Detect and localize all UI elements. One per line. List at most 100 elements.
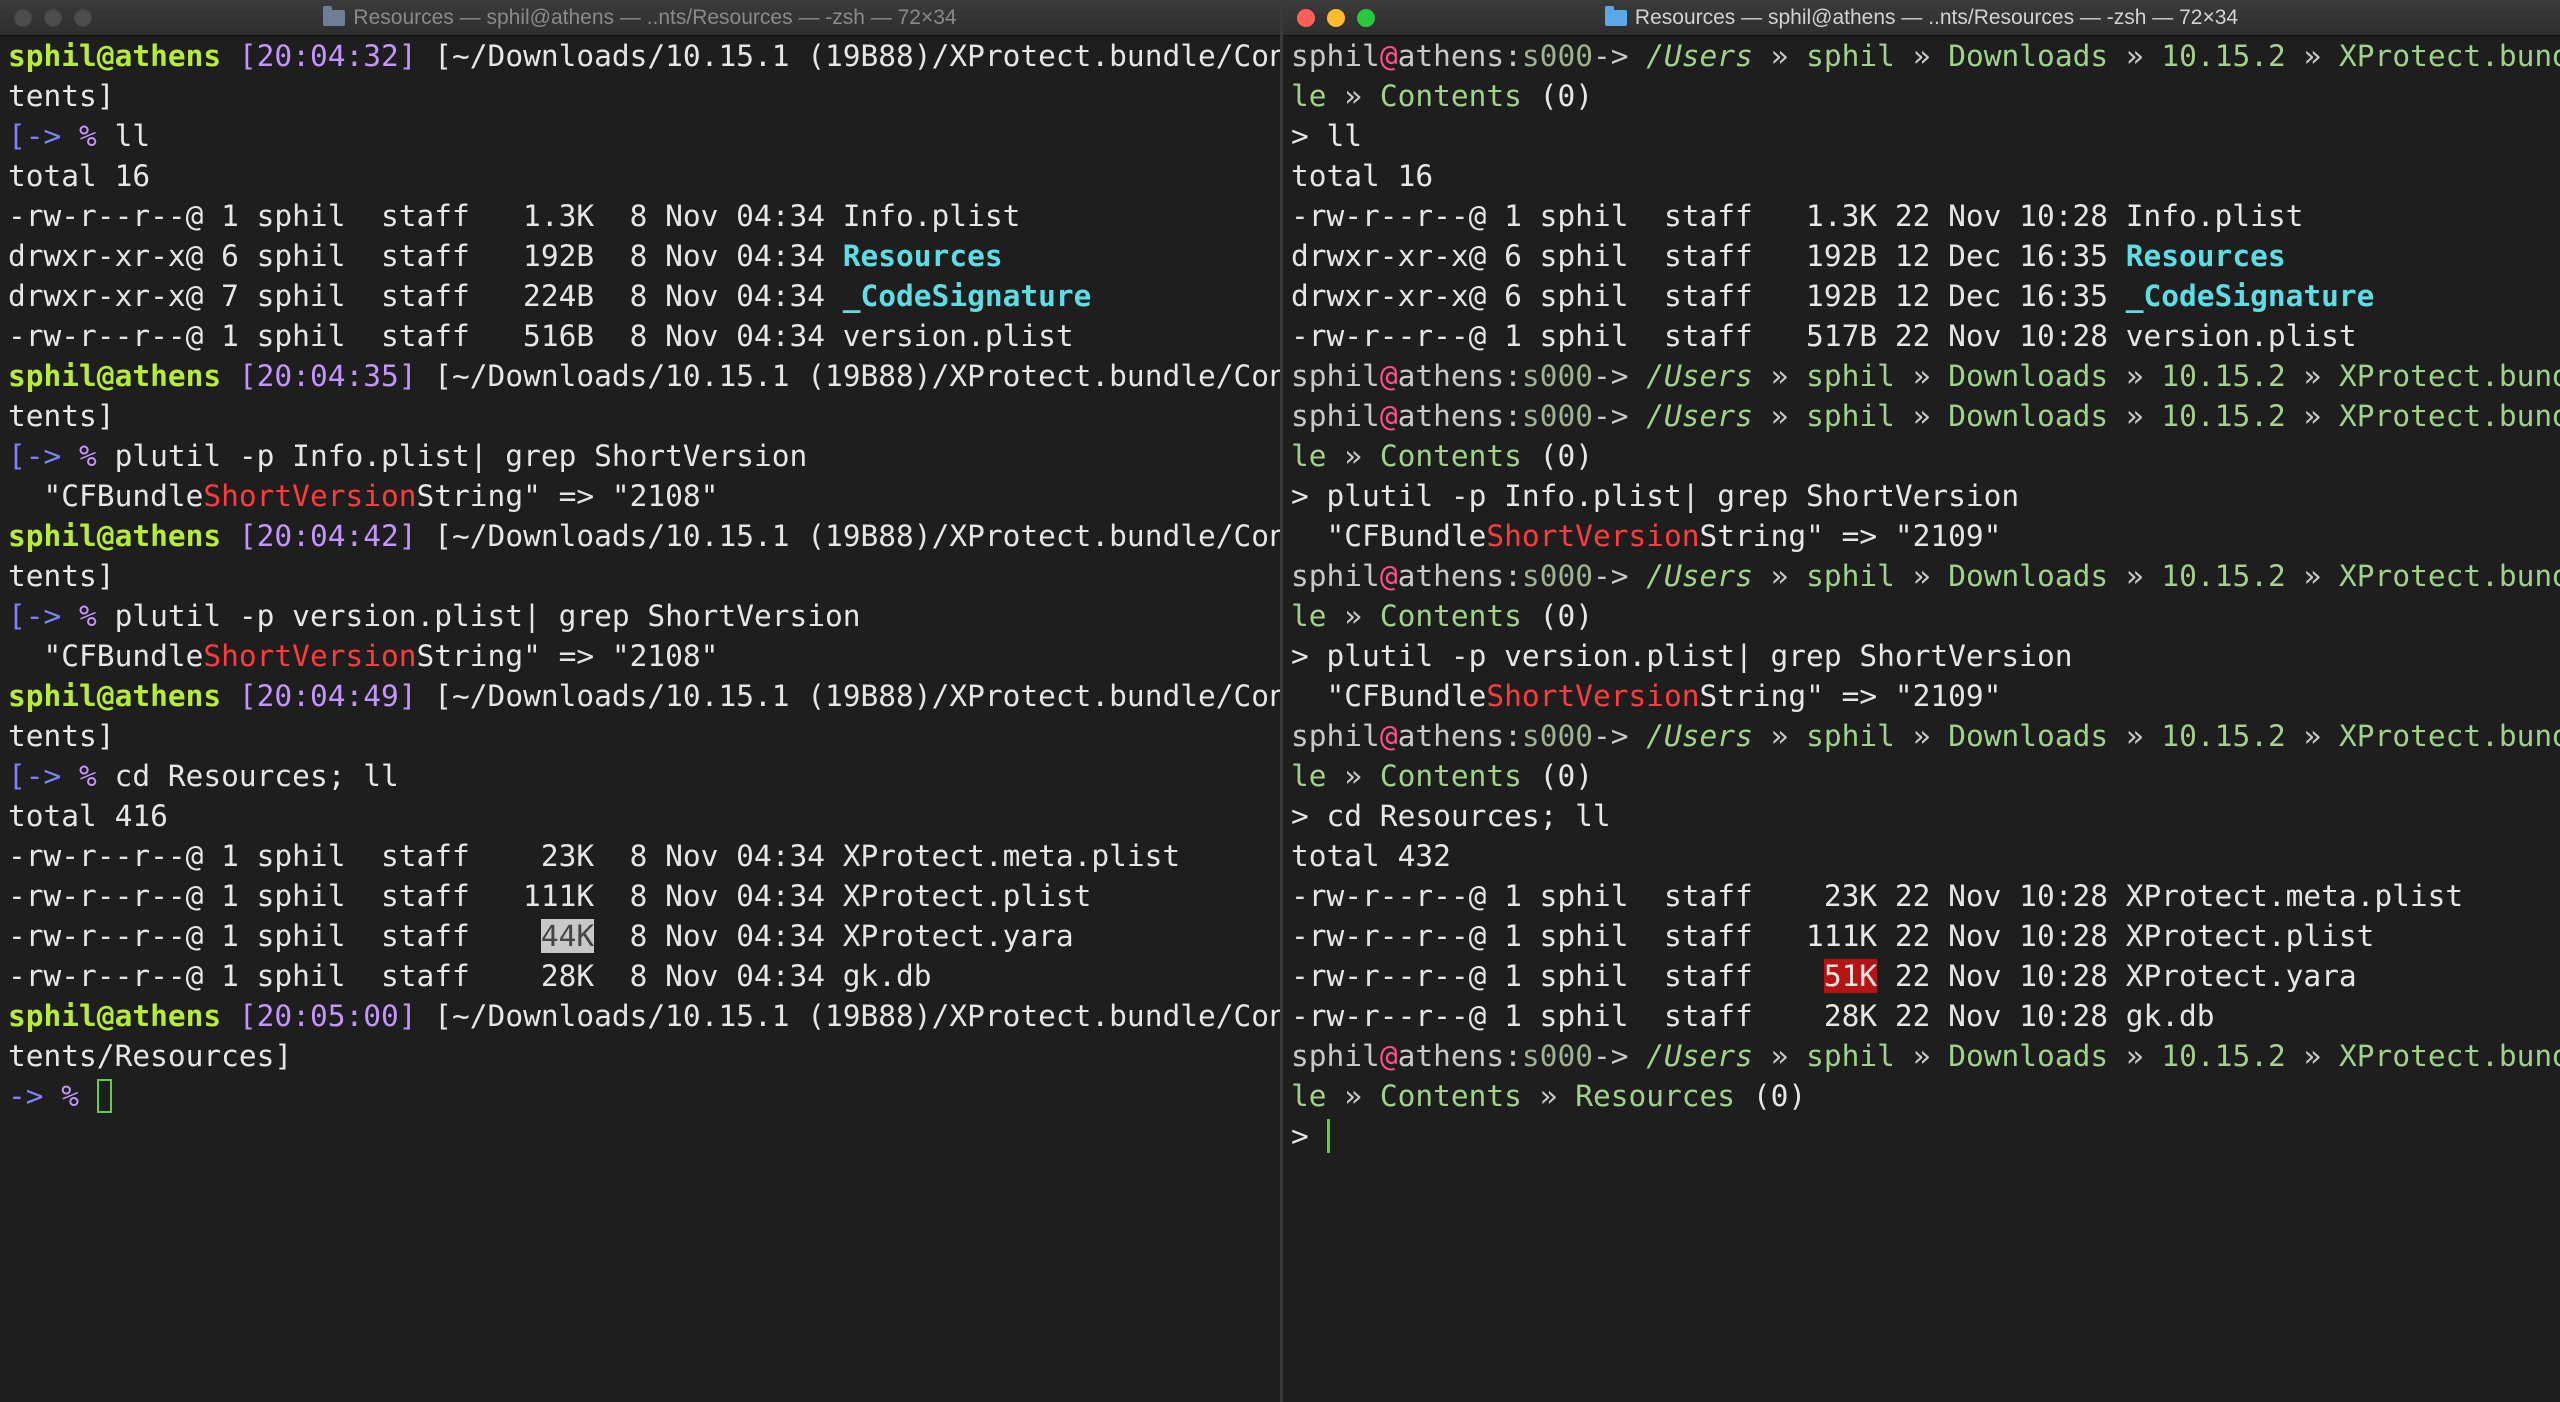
terminal-line: tents] (8, 76, 1280, 116)
terminal-text: : (1504, 719, 1522, 753)
terminal-text: plutil -p version.plist| grep ShortVersi… (114, 599, 861, 633)
terminal-text: /Users (1646, 399, 1753, 433)
terminal-text: total 16 (8, 159, 151, 193)
terminal-text: 10.15.2 (2161, 39, 2286, 73)
terminal-text: [20:04:42] (238, 519, 417, 553)
terminal-text: cd Resources; ll (114, 759, 399, 793)
terminal-text: s000 (1521, 39, 1593, 73)
terminal-text: total 416 (8, 799, 168, 833)
terminal-text: -> (1592, 399, 1647, 433)
terminal-text: » (2108, 1039, 2162, 1073)
terminal-text: > plutil -p Info.plist| grep ShortVersio… (1291, 479, 2020, 513)
terminal-text: drwxr-xr-x@ 6 sphil staff 192B 12 Dec 16… (1291, 279, 2126, 313)
terminal-text: XProtect.bund (2339, 359, 2560, 393)
folder-icon (323, 6, 346, 26)
terminal-text: -> (8, 1079, 62, 1113)
terminal-window-left[interactable]: Resources — sphil@athens — ..nts/Resourc… (0, 0, 1280, 1402)
terminal-text: [~/Downloads/10.15.1 (19B88)/XProtect.bu… (416, 519, 1280, 553)
terminal-text: _CodeSignature (2125, 279, 2375, 313)
terminal-line: -rw-r--r--@ 1 sphil staff 111K 22 Nov 10… (1291, 916, 2560, 956)
terminal-text: » (1894, 719, 1949, 753)
terminal-text: [-> (8, 119, 80, 153)
terminal-text: » (2285, 399, 2340, 433)
terminal-text: "CFBundle (1291, 679, 1487, 713)
terminal-text: 22 Nov 10:28 XProtect.yara (1877, 959, 2357, 993)
terminal-window-right[interactable]: Resources — sphil@athens — ..nts/Resourc… (1283, 0, 2560, 1402)
terminal-text: [20:04:32] (238, 39, 417, 73)
terminal-text: drwxr-xr-x@ 7 sphil staff 224B 8 Nov 04:… (8, 279, 843, 313)
terminal-text: » (2108, 719, 2162, 753)
terminal-text: sphil (1806, 559, 1895, 593)
terminal-text: total 16 (1291, 159, 1434, 193)
terminal-line: -rw-r--r--@ 1 sphil staff 516B 8 Nov 04:… (8, 316, 1280, 356)
terminal-text: sphil@athens (8, 39, 222, 73)
terminal-text: String" => "2108" (416, 479, 719, 513)
terminal-text: le (1291, 1079, 1327, 1113)
terminal-text: 10.15.2 (2161, 359, 2286, 393)
terminal-text: 10.15.2 (2161, 1039, 2286, 1073)
terminal-text: s000 (1521, 559, 1593, 593)
terminal-text: » (1894, 1039, 1949, 1073)
terminal-text: @ (1379, 39, 1398, 73)
terminal-text: » (2108, 359, 2162, 393)
terminal-text: > (1291, 1119, 1327, 1153)
terminal-text: 10.15.2 (2161, 399, 2286, 433)
terminal-line: le » Contents (0) (1291, 756, 2560, 796)
terminal-text: sphil (1806, 719, 1895, 753)
terminal-line: sphil@athens [20:04:32] [~/Downloads/10.… (8, 36, 1280, 76)
terminal-text: tents] (8, 79, 115, 113)
terminal-text: » (2108, 39, 2162, 73)
terminal-text: sphil (1291, 39, 1380, 73)
title-bar[interactable]: Resources — sphil@athens — ..nts/Resourc… (0, 0, 1280, 36)
terminal-text: ShortVersion (203, 479, 417, 513)
terminal-text: -> (1592, 359, 1647, 393)
terminal-line: > ll (1291, 116, 2560, 156)
terminal-text: le (1291, 599, 1327, 633)
terminal-text: sphil (1291, 399, 1380, 433)
title-bar[interactable]: Resources — sphil@athens — ..nts/Resourc… (1283, 0, 2560, 36)
terminal-text: : (1504, 559, 1522, 593)
terminal-text: Contents (1379, 79, 1522, 113)
terminal-text: (0) (1521, 79, 1593, 113)
terminal-text: @ (1379, 359, 1398, 393)
terminal-text: XProtect.bund (2339, 559, 2560, 593)
terminal-text: » (1894, 559, 1949, 593)
terminal-text: sphil@athens (8, 519, 222, 553)
terminal-output[interactable]: sphil@athens:s000-> /Users » sphil » Dow… (1283, 36, 2560, 1156)
terminal-text: [20:04:35] (238, 359, 417, 393)
terminal-line: tents/Resources] (8, 1036, 1280, 1076)
terminal-text: athens (1397, 559, 1505, 593)
terminal-text: -> (1592, 559, 1647, 593)
terminal-text: » (1521, 1079, 1576, 1113)
terminal-text: : (1504, 39, 1522, 73)
terminal-output[interactable]: sphil@athens [20:04:32] [~/Downloads/10.… (0, 36, 1280, 1116)
terminal-text: sphil (1291, 359, 1380, 393)
terminal-text: ShortVersion (1486, 519, 1700, 553)
terminal-text: (0) (1521, 759, 1593, 793)
terminal-text: % (79, 599, 115, 633)
terminal-line: [-> % plutil -p version.plist| grep Shor… (8, 596, 1280, 636)
terminal-line: "CFBundleShortVersionString" => "2109" (1291, 676, 2560, 716)
terminal-text: sphil (1806, 1039, 1895, 1073)
terminal-text: » (1752, 399, 1807, 433)
terminal-text: » (1326, 759, 1380, 793)
folder-icon (1604, 6, 1627, 26)
terminal-line: drwxr-xr-x@ 6 sphil staff 192B 8 Nov 04:… (8, 236, 1280, 276)
terminal-text: XProtect.bund (2339, 719, 2560, 753)
terminal-line: -rw-r--r--@ 1 sphil staff 1.3K 22 Nov 10… (1291, 196, 2560, 236)
terminal-line: total 16 (1291, 156, 2560, 196)
window-title: Resources — sphil@athens — ..nts/Resourc… (1283, 0, 2560, 36)
terminal-line: le » Contents (0) (1291, 76, 2560, 116)
terminal-line: > (1291, 1116, 2560, 1156)
terminal-text: Contents (1379, 759, 1522, 793)
terminal-line: sphil@athens:s000-> /Users » sphil » Dow… (1291, 716, 2560, 756)
terminal-text: String" => "2109" (1699, 519, 2002, 553)
terminal-line: "CFBundleShortVersionString" => "2108" (8, 476, 1280, 516)
terminal-text: » (2285, 719, 2340, 753)
terminal-text: % (79, 439, 115, 473)
terminal-text: /Users (1646, 359, 1753, 393)
terminal-text: 10.15.2 (2161, 559, 2286, 593)
terminal-text: -> (1592, 1039, 1647, 1073)
